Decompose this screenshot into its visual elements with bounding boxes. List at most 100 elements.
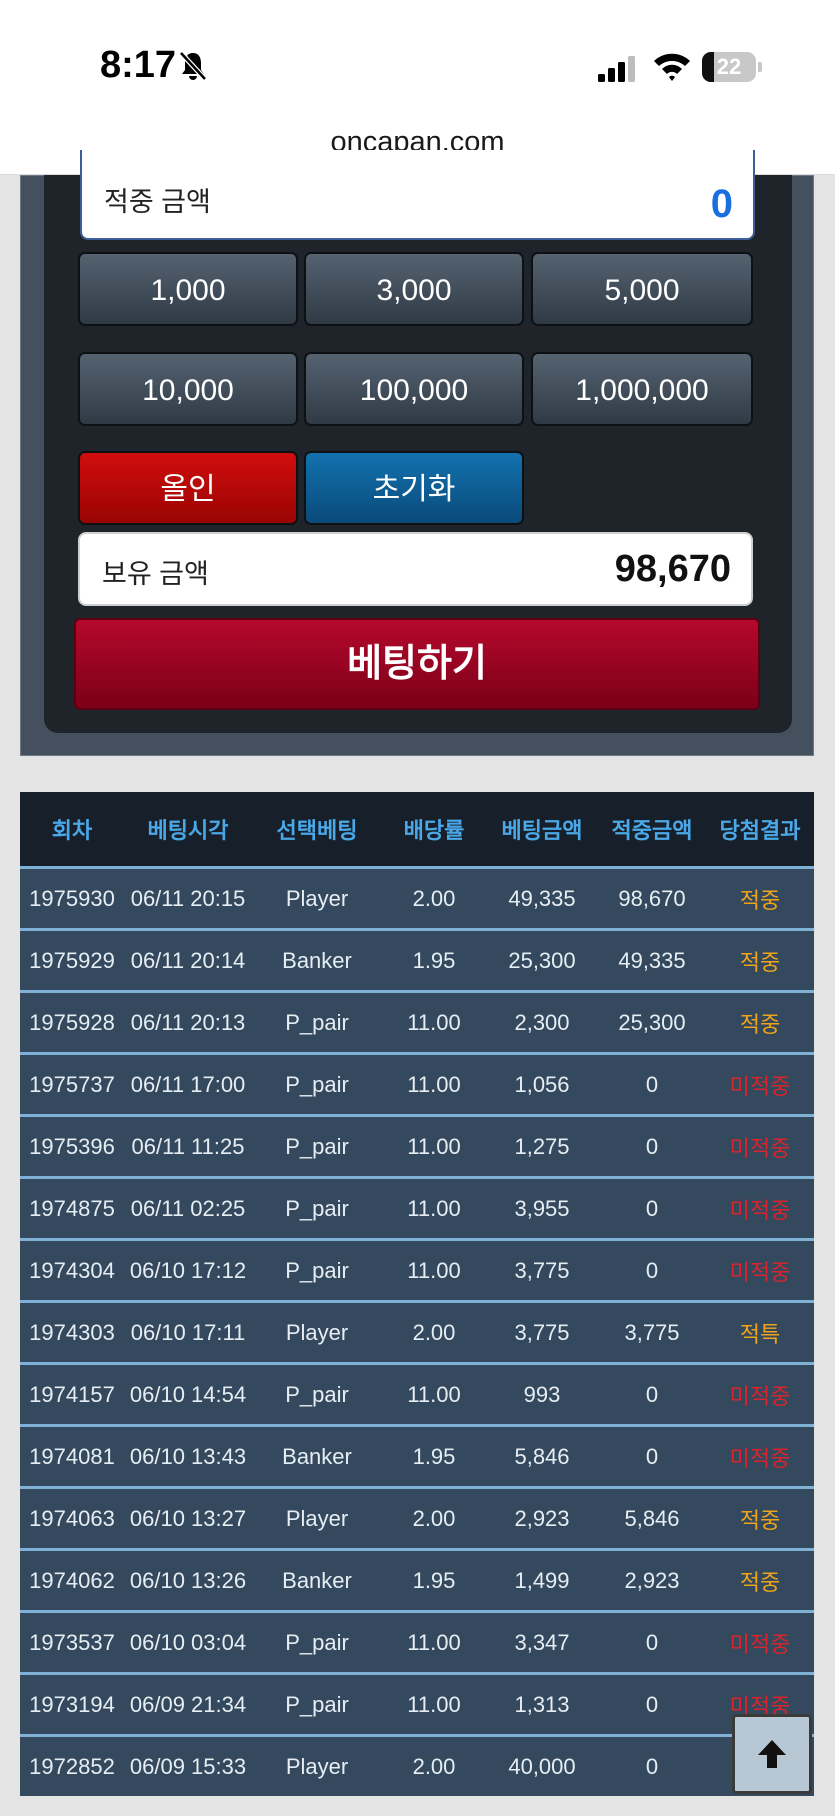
cell-bet-amount: 3,775 <box>486 1238 598 1302</box>
table-row: 1974157 06/10 14:54 P_pair 11.00 993 0 미적중 <box>20 1362 814 1426</box>
cell-odds: 2.00 <box>382 866 486 930</box>
cell-odds: 2.00 <box>382 1734 486 1796</box>
amount-button-100000[interactable]: 100,000 <box>304 352 524 426</box>
cell-win-amount: 0 <box>598 1734 706 1796</box>
cell-bet-time: 06/10 03:04 <box>124 1610 252 1674</box>
cell-odds: 11.00 <box>382 1610 486 1674</box>
cell-round: 1975928 <box>20 990 124 1054</box>
cell-round: 1975737 <box>20 1052 124 1116</box>
holding-amount-field: 보유 금액 98,670 <box>78 532 753 606</box>
place-bet-button[interactable]: 베팅하기 <box>74 618 760 710</box>
cell-bet-time: 06/11 20:14 <box>124 928 252 992</box>
cell-pick: Player <box>252 1486 382 1550</box>
battery-indicator: 22 <box>702 52 762 82</box>
column-header-odds: 배당률 <box>382 792 486 868</box>
table-row: 1975930 06/11 20:15 Player 2.00 49,335 98,670… <box>20 866 814 930</box>
cell-bet-time: 06/10 13:43 <box>124 1424 252 1488</box>
table-header-row: 회차 베팅시각 선택베팅 배당률 베팅금액 적중금액 당첨결과 <box>20 792 814 868</box>
table-row: 1974081 06/10 13:43 Banker 1.95 5,846 0 미적중 <box>20 1424 814 1488</box>
cell-result: 미적중 <box>706 1424 814 1488</box>
table-row: 1975396 06/11 11:25 P_pair 11.00 1,275 0 미적중 <box>20 1114 814 1178</box>
table-row: 1975737 06/11 17:00 P_pair 11.00 1,056 0 미적중 <box>20 1052 814 1116</box>
cell-round: 1975396 <box>20 1114 124 1178</box>
cell-bet-time: 06/09 15:33 <box>124 1734 252 1796</box>
reset-button[interactable]: 초기화 <box>304 451 524 525</box>
column-header-bet-time: 베팅시각 <box>124 792 252 868</box>
cell-result: 미적중 <box>706 1610 814 1674</box>
amount-button-3000[interactable]: 3,000 <box>304 252 524 326</box>
all-in-button[interactable]: 올인 <box>78 451 298 525</box>
wifi-icon <box>654 53 690 81</box>
column-header-result: 당첨결과 <box>706 792 814 868</box>
cell-round: 1974303 <box>20 1300 124 1364</box>
cell-result: 적중 <box>706 1486 814 1550</box>
amount-button-1000[interactable]: 1,000 <box>78 252 298 326</box>
cell-round: 1974062 <box>20 1548 124 1612</box>
cell-win-amount: 0 <box>598 1362 706 1426</box>
cell-result: 미적중 <box>706 1238 814 1302</box>
cell-bet-amount: 3,347 <box>486 1610 598 1674</box>
cell-result: 미적중 <box>706 1176 814 1240</box>
amount-button-5000[interactable]: 5,000 <box>531 252 753 326</box>
cell-win-amount: 0 <box>598 1672 706 1736</box>
cell-pick: Banker <box>252 1424 382 1488</box>
cell-result: 미적중 <box>706 1114 814 1178</box>
cell-odds: 11.00 <box>382 1176 486 1240</box>
cell-bet-time: 06/11 11:25 <box>124 1114 252 1178</box>
amount-button-10000[interactable]: 10,000 <box>78 352 298 426</box>
cell-pick: Banker <box>252 928 382 992</box>
cell-win-amount: 98,670 <box>598 866 706 930</box>
cell-result: 적특 <box>706 1300 814 1364</box>
amount-button-1000000[interactable]: 1,000,000 <box>531 352 753 426</box>
cell-pick: Player <box>252 866 382 930</box>
cell-pick: P_pair <box>252 1672 382 1736</box>
cell-odds: 2.00 <box>382 1300 486 1364</box>
cell-bet-time: 06/11 02:25 <box>124 1176 252 1240</box>
cell-bet-amount: 25,300 <box>486 928 598 992</box>
cell-bet-time: 06/11 17:00 <box>124 1052 252 1116</box>
table-row: 1973537 06/10 03:04 P_pair 11.00 3,347 0 미적중 <box>20 1610 814 1674</box>
cell-round: 1974063 <box>20 1486 124 1550</box>
cell-round: 1973194 <box>20 1672 124 1736</box>
cell-odds: 11.00 <box>382 1672 486 1736</box>
cell-round: 1975929 <box>20 928 124 992</box>
cell-odds: 11.00 <box>382 1362 486 1426</box>
table-row: 1974875 06/11 02:25 P_pair 11.00 3,955 0 미적중 <box>20 1176 814 1240</box>
column-header-win-amount: 적중금액 <box>598 792 706 868</box>
cell-bet-time: 06/10 13:26 <box>124 1548 252 1612</box>
status-bar: 8:17 22 <box>0 0 835 110</box>
cell-round: 1974875 <box>20 1176 124 1240</box>
cell-pick: P_pair <box>252 1114 382 1178</box>
hit-amount-label: 적중 금액 <box>104 187 211 217</box>
cell-result: 미적중 <box>706 1052 814 1116</box>
cell-odds: 1.95 <box>382 1548 486 1612</box>
cell-odds: 11.00 <box>382 1114 486 1178</box>
cell-odds: 1.95 <box>382 928 486 992</box>
cell-win-amount: 49,335 <box>598 928 706 992</box>
cell-win-amount: 3,775 <box>598 1300 706 1364</box>
cell-odds: 11.00 <box>382 1052 486 1116</box>
cell-win-amount: 0 <box>598 1610 706 1674</box>
cell-bet-amount: 1,313 <box>486 1672 598 1736</box>
table-row: 1974304 06/10 17:12 P_pair 11.00 3,775 0 미적중 <box>20 1238 814 1302</box>
cell-bet-time: 06/10 17:11 <box>124 1300 252 1364</box>
status-time: 8:17 <box>100 44 177 86</box>
cell-bet-amount: 993 <box>486 1362 598 1426</box>
table-row: 1973194 06/09 21:34 P_pair 11.00 1,313 0 미적중 <box>20 1672 814 1736</box>
cell-result: 적중 <box>706 990 814 1054</box>
cell-pick: P_pair <box>252 1610 382 1674</box>
table-row: 1974063 06/10 13:27 Player 2.00 2,923 5,846 적중 <box>20 1486 814 1550</box>
cell-pick: Banker <box>252 1548 382 1612</box>
cell-pick: P_pair <box>252 1362 382 1426</box>
cell-pick: Player <box>252 1300 382 1364</box>
cellular-signal-icon <box>598 56 635 82</box>
cell-bet-time: 06/10 14:54 <box>124 1362 252 1426</box>
cell-bet-amount: 2,923 <box>486 1486 598 1550</box>
cell-bet-amount: 1,499 <box>486 1548 598 1612</box>
scroll-to-top-button[interactable] <box>732 1714 812 1794</box>
column-header-bet-amount: 베팅금액 <box>486 792 598 868</box>
bell-slash-icon <box>179 51 207 81</box>
cell-bet-amount: 1,056 <box>486 1052 598 1116</box>
table-row: 1974303 06/10 17:11 Player 2.00 3,775 3,775 적특 <box>20 1300 814 1364</box>
hit-amount-field: 적중 금액 0 <box>80 150 755 240</box>
